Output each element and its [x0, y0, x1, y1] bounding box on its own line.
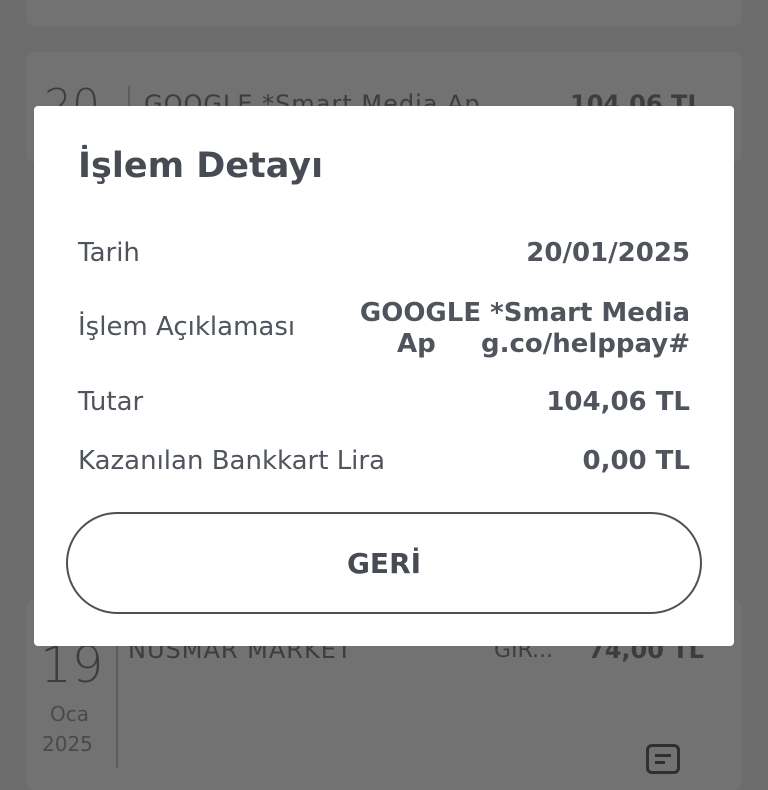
transaction-detail-dialog: İşlem Detayı Tarih 20/01/2025 İşlem Açık… — [34, 106, 734, 646]
earned-points-label: Kazanılan Bankkart Lira — [78, 446, 386, 476]
description-value: GOOGLE *Smart Media Ap g.co/helppay# — [360, 298, 690, 360]
dialog-title: İşlem Detayı — [78, 146, 324, 186]
amount-value: 104,06 TL — [546, 387, 690, 417]
transaction-divider — [116, 640, 118, 768]
back-button[interactable]: GERİ — [66, 512, 702, 614]
note-icon — [646, 744, 680, 774]
transaction-month: Oca — [50, 702, 89, 726]
description-label: İşlem Açıklaması — [78, 312, 296, 342]
date-label: Tarih — [78, 238, 140, 268]
description-line-2: Ap g.co/helppay# — [396, 329, 690, 359]
transaction-year: 2025 — [42, 732, 93, 756]
description-line-1: GOOGLE *Smart Media — [359, 298, 690, 328]
amount-label: Tutar — [78, 387, 144, 417]
transaction-card-previous — [26, 0, 742, 26]
earned-points-value: 0,00 TL — [582, 446, 690, 476]
date-value: 20/01/2025 — [526, 238, 690, 268]
